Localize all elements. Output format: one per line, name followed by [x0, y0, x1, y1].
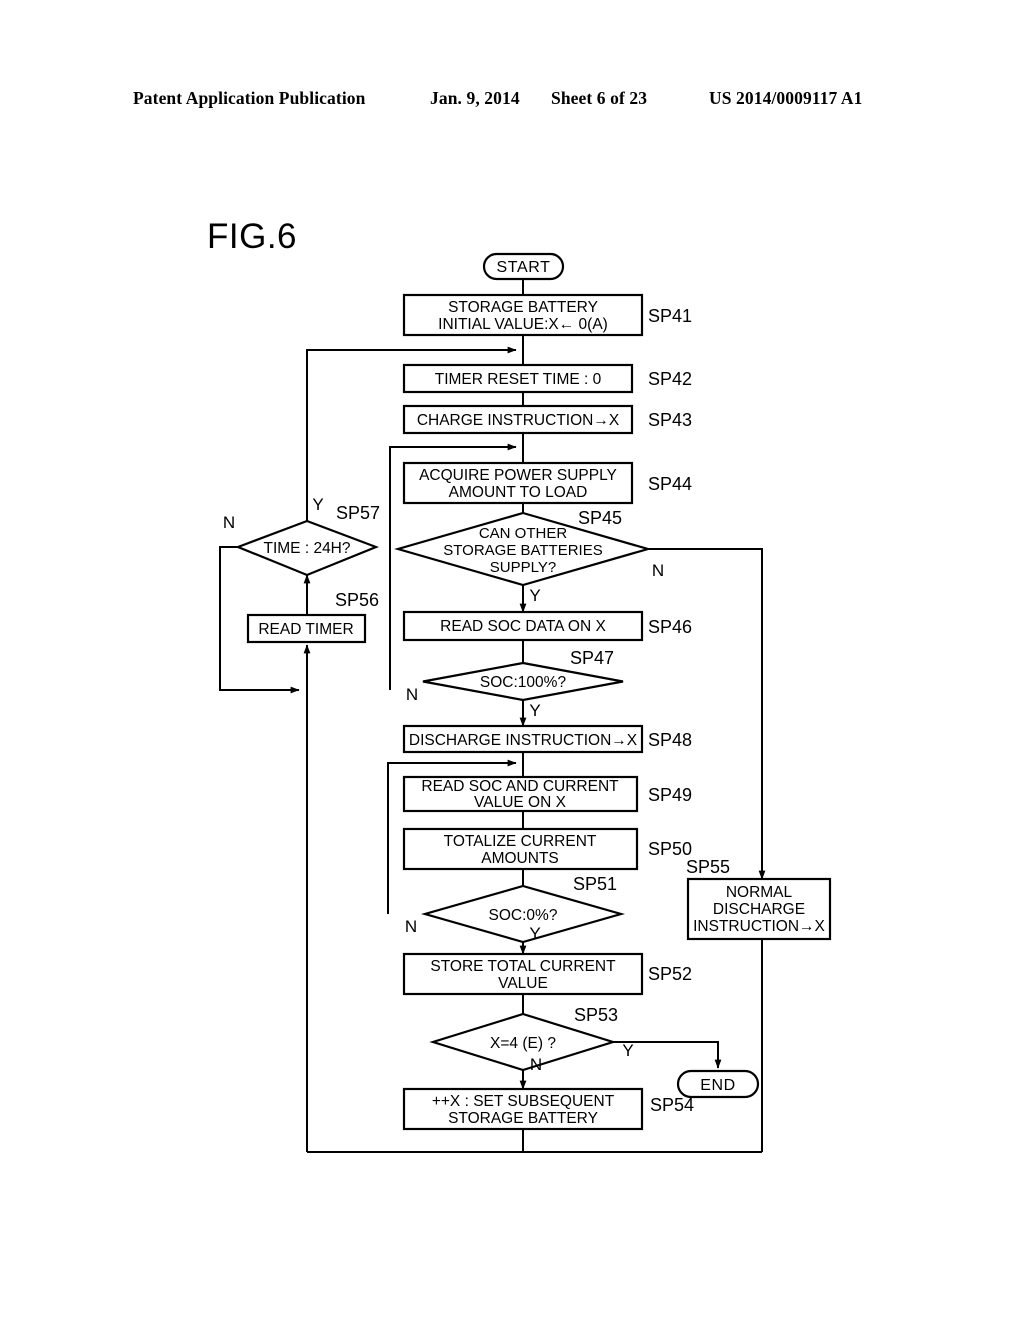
terminal-start: START	[482, 252, 565, 281]
branch-sp57-no: N	[223, 513, 235, 532]
node-sp41-line2: INITIAL VALUE:X← 0(A)	[438, 316, 608, 333]
step-label-sp47: SP47	[570, 648, 614, 668]
branch-sp51-no: N	[405, 917, 417, 936]
node-sp44: ACQUIRE POWER SUPPLY AMOUNT TO LOAD	[402, 461, 634, 505]
node-sp51: SOC:0%?	[420, 884, 626, 944]
branch-sp53-yes: Y	[622, 1041, 633, 1060]
node-sp56: READ TIMER	[246, 613, 367, 644]
node-sp44-line2: AMOUNT TO LOAD	[449, 484, 588, 501]
node-sp43-line1: CHARGE INSTRUCTION→X	[417, 412, 620, 429]
terminal-end-label: END	[700, 1077, 736, 1094]
node-sp50: TOTALIZE CURRENT AMOUNTS	[402, 827, 639, 871]
patent-page: Patent Application Publication Jan. 9, 2…	[0, 0, 1024, 1320]
branch-sp53-no: N	[530, 1055, 542, 1074]
branch-sp45-yes: Y	[529, 586, 540, 605]
node-sp42: TIMER RESET TIME : 0	[402, 363, 634, 394]
step-label-sp49: SP49	[648, 785, 692, 805]
step-label-sp44: SP44	[648, 474, 692, 494]
step-label-sp46: SP46	[648, 617, 692, 637]
node-sp52-line2: VALUE	[498, 975, 548, 992]
node-sp49-line1: READ SOC AND CURRENT	[421, 778, 619, 795]
step-label-sp45: SP45	[578, 508, 622, 528]
node-sp50-line2: AMOUNTS	[481, 850, 559, 867]
node-sp43: CHARGE INSTRUCTION→X	[402, 404, 634, 435]
node-sp48-line1: DISCHARGE INSTRUCTION→X	[409, 732, 638, 749]
node-sp57: TIME : 24H?	[234, 519, 380, 577]
node-sp56-line1: READ TIMER	[258, 621, 353, 638]
node-sp54: ++X : SET SUBSEQUENT STORAGE BATTERY	[402, 1087, 644, 1131]
flowchart-diagram: START STORAGE BATTERY INITIAL VALUE:X← 0…	[219, 252, 832, 1153]
step-label-sp52: SP52	[648, 964, 692, 984]
step-label-sp50: SP50	[648, 839, 692, 859]
node-sp41-line1: STORAGE BATTERY	[448, 299, 598, 316]
node-sp54-line2: STORAGE BATTERY	[448, 1110, 598, 1127]
node-sp57-line1: TIME : 24H?	[264, 540, 351, 557]
node-sp52: STORE TOTAL CURRENT VALUE	[402, 952, 644, 996]
step-label-sp56: SP56	[335, 590, 379, 610]
edge-sp45-no-sp55	[648, 548, 766, 880]
step-label-sp51: SP51	[573, 874, 617, 894]
node-sp55: NORMAL DISCHARGE INSTRUCTION→X	[686, 877, 832, 941]
step-label-sp53: SP53	[574, 1005, 618, 1025]
node-sp45-line1: CAN OTHER	[479, 525, 568, 542]
terminal-end: END	[676, 1069, 760, 1099]
step-label-sp43: SP43	[648, 410, 692, 430]
branch-sp45-no: N	[652, 561, 664, 580]
node-sp50-line1: TOTALIZE CURRENT	[444, 833, 597, 850]
step-label-sp42: SP42	[648, 369, 692, 389]
step-label-sp41: SP41	[648, 306, 692, 326]
node-sp46: READ SOC DATA ON X	[402, 610, 644, 642]
node-sp54-line1: ++X : SET SUBSEQUENT	[432, 1093, 615, 1110]
node-sp47-line1: SOC:100%?	[480, 674, 567, 691]
node-sp44-line1: ACQUIRE POWER SUPPLY	[419, 467, 617, 484]
node-sp46-line1: READ SOC DATA ON X	[440, 618, 606, 635]
node-sp41: STORAGE BATTERY INITIAL VALUE:X← 0(A)	[402, 293, 644, 337]
step-label-sp57: SP57	[336, 503, 380, 523]
node-sp47: SOC:100%?	[422, 661, 624, 702]
node-sp52-line1: STORE TOTAL CURRENT	[430, 958, 616, 975]
node-sp55-line1: NORMAL	[726, 884, 793, 901]
node-sp45-line3: SUPPLY?	[490, 559, 556, 576]
step-label-sp55: SP55	[686, 857, 730, 877]
node-sp49-line2: VALUE ON X	[474, 794, 567, 811]
node-sp42-line1: TIMER RESET TIME : 0	[435, 371, 602, 388]
terminal-start-label: START	[497, 259, 551, 276]
branch-sp47-yes: Y	[529, 701, 540, 720]
node-sp48: DISCHARGE INSTRUCTION→X	[402, 724, 644, 754]
node-sp55-line2: DISCHARGE	[713, 901, 805, 918]
node-sp53-line1: X=4 (E) ?	[490, 1035, 556, 1052]
node-sp45-line2: STORAGE BATTERIES	[443, 542, 602, 559]
step-label-sp48: SP48	[648, 730, 692, 750]
step-label-sp54: SP54	[650, 1095, 694, 1115]
node-sp55-line3: INSTRUCTION→X	[693, 918, 825, 935]
node-sp51-line1: SOC:0%?	[489, 907, 558, 924]
branch-sp57-yes: Y	[312, 495, 323, 514]
node-sp49: READ SOC AND CURRENT VALUE ON X	[402, 775, 639, 813]
branch-sp51-yes: Y	[529, 924, 540, 943]
branch-sp47-no: N	[406, 685, 418, 704]
